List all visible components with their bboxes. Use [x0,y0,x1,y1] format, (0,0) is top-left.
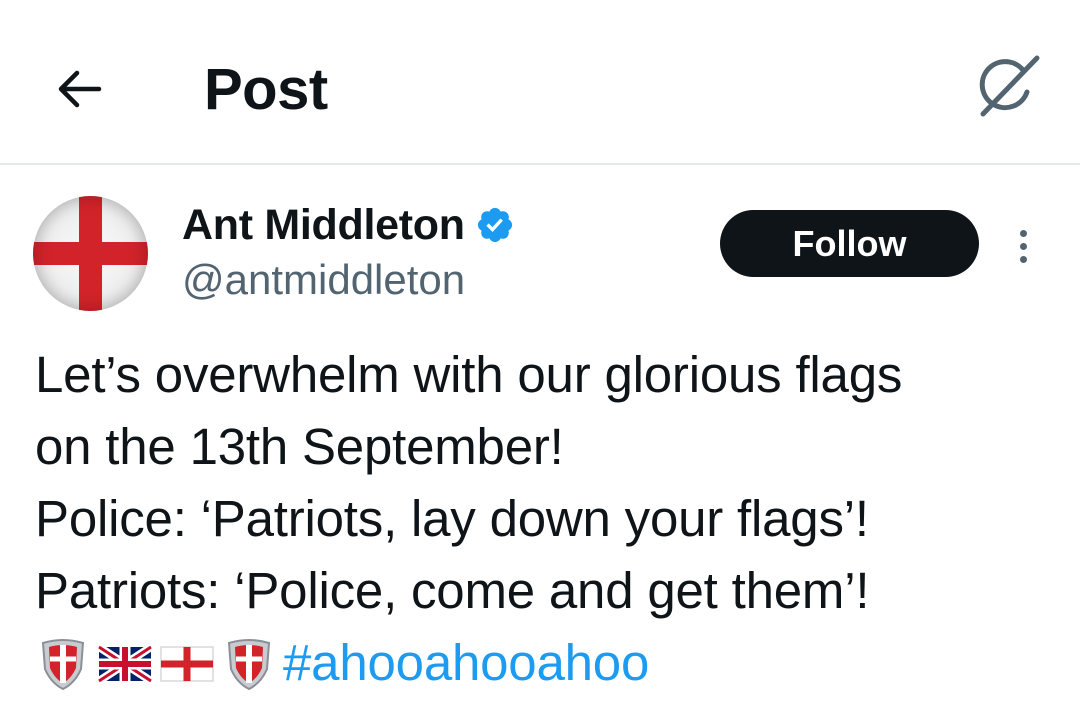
shield-emoji [41,639,85,691]
tweet-line: on the 13th September! [35,418,564,475]
back-button[interactable] [50,60,108,118]
arrow-left-icon [58,70,102,108]
more-vertical-icon-dot [1019,242,1027,250]
tweet-line: Patriots: ‘Police, come and get them’! [35,562,870,619]
england-flag-emoji [160,646,214,682]
avatar-shade [33,196,148,311]
grok-button[interactable] [976,52,1046,118]
page-title: Post [204,57,328,122]
post-author-row: Ant Middleton @antmiddleton Follow [0,163,1080,323]
author-handle[interactable]: @antmiddleton [182,255,465,305]
uk-flag-emoji [97,643,153,685]
tweet-line: Police: ‘Patriots, lay down your flags’! [35,490,869,547]
verified-badge-icon [477,207,512,243]
author-name-line: Ant Middleton [182,200,515,250]
tweet-body: Let’s overwhelm with our glorious flags … [35,339,1065,699]
tweet-emoji-hashtag-line: #ahooahooahoo [35,627,1065,699]
tweet-line: Let’s overwhelm with our glorious flags [35,346,903,403]
more-options-button[interactable] [1003,221,1043,271]
more-vertical-icon [1019,229,1027,237]
shield-emoji [227,639,271,691]
hashtag-link[interactable]: #ahooahooahoo [283,627,649,699]
follow-button[interactable]: Follow [720,210,979,277]
more-vertical-icon-dot [1019,255,1027,263]
grok-icon [979,55,1040,117]
avatar[interactable] [33,196,148,311]
top-app-bar: Post [0,0,1080,165]
author-display-name[interactable]: Ant Middleton [182,200,465,250]
